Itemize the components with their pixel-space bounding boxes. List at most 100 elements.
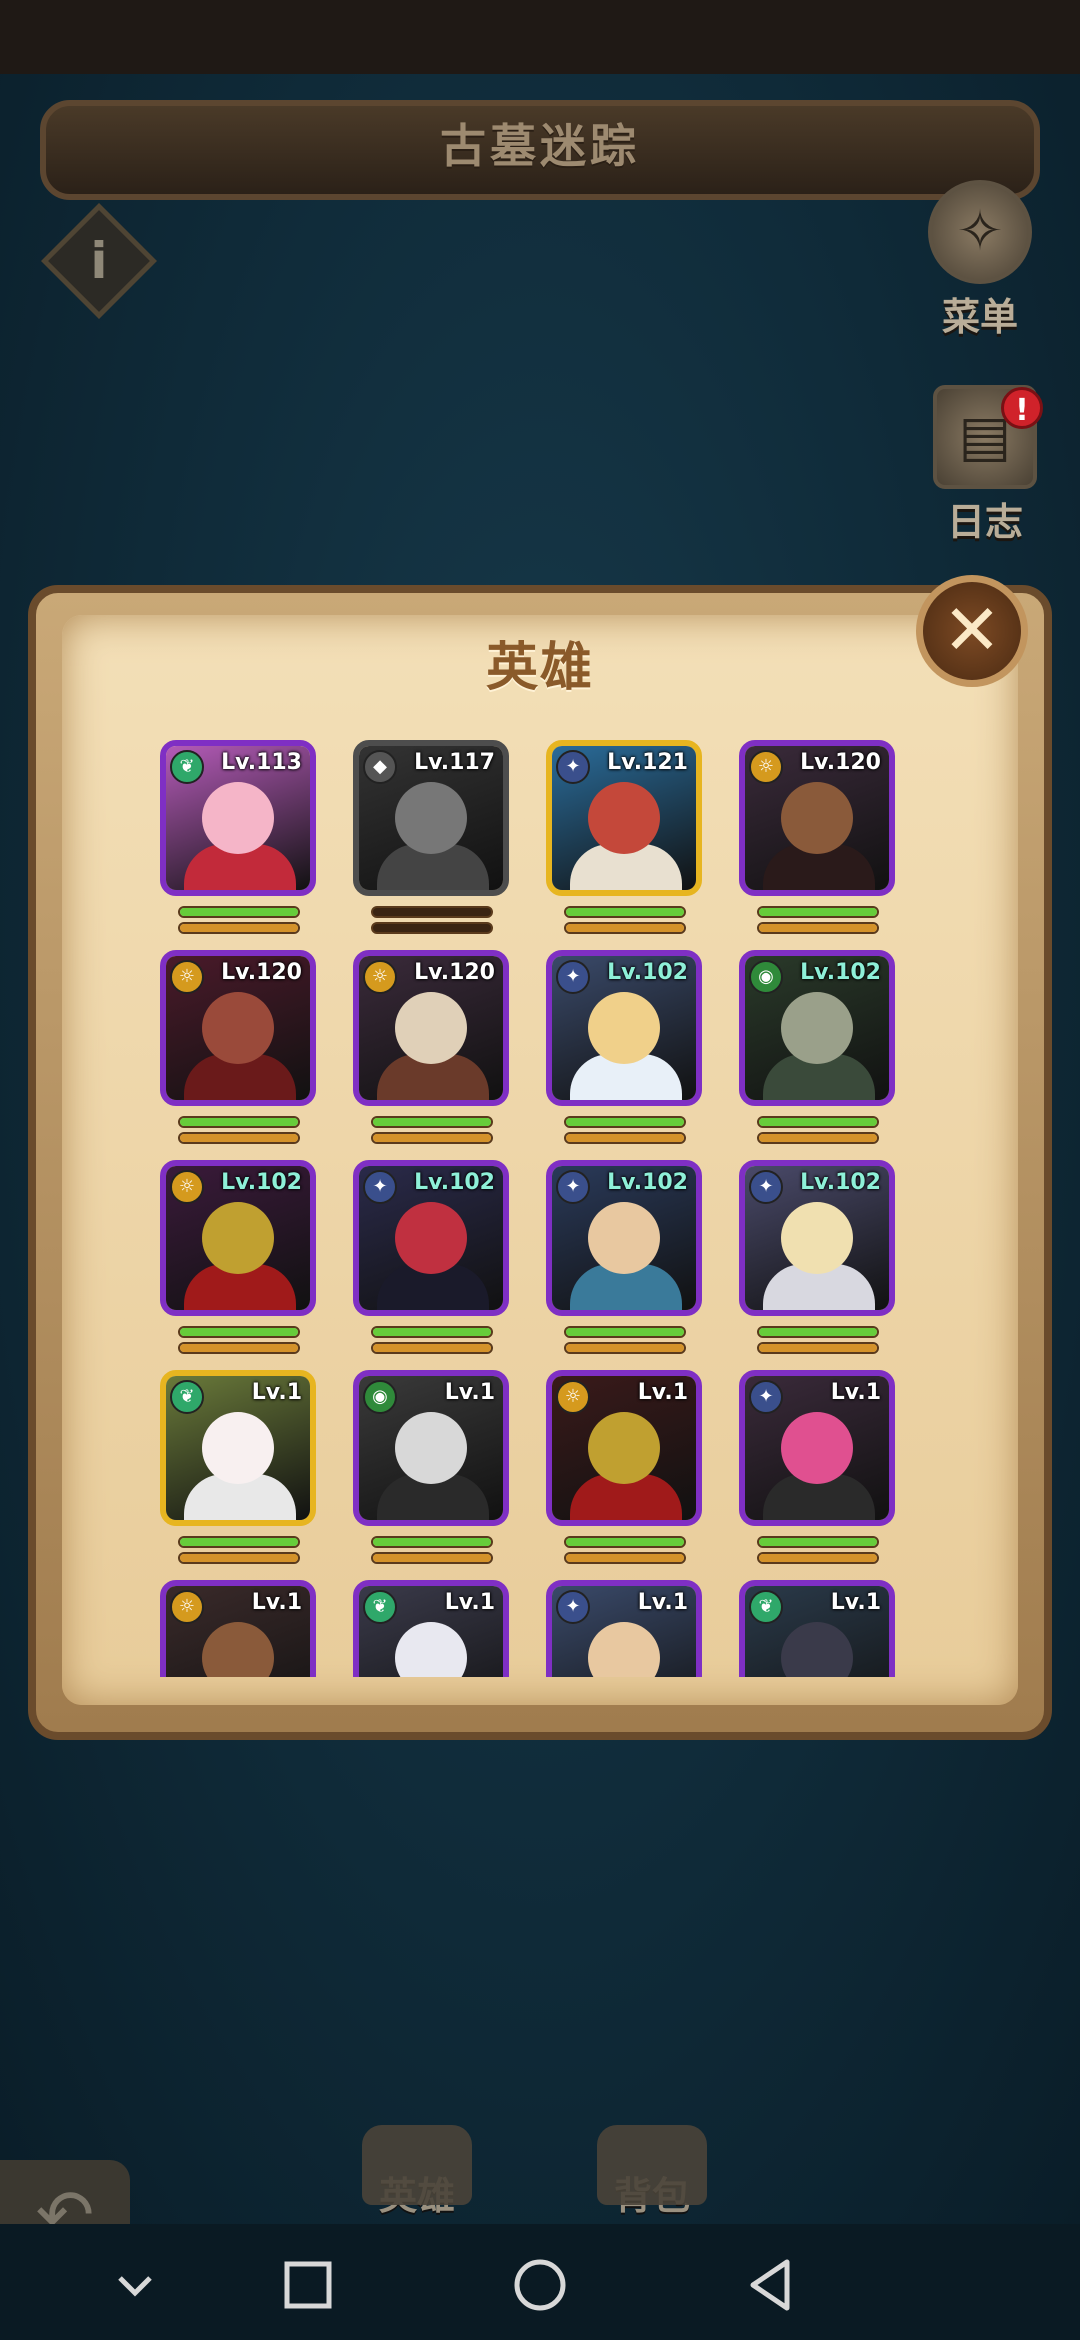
hero-face xyxy=(588,992,660,1064)
hero-card[interactable]: ❦ Lv.113 xyxy=(160,740,320,935)
hero-card[interactable]: ✦ Lv.1 xyxy=(739,1370,899,1565)
hero-portrait: ◆ Lv.117 xyxy=(353,740,509,896)
faction-sun-icon: ☼ xyxy=(749,750,783,784)
hero-card[interactable]: ◆ Lv.117 xyxy=(353,740,513,935)
home-icon[interactable] xyxy=(505,2250,575,2320)
hero-level: Lv.102 xyxy=(800,1170,881,1195)
hero-energy-bar xyxy=(178,1552,300,1564)
hero-face xyxy=(588,782,660,854)
nav-bag-button[interactable]: 背包 xyxy=(572,2125,732,2220)
recent-apps-icon[interactable] xyxy=(273,2250,343,2320)
hero-hp-bar xyxy=(564,906,686,918)
hero-hp-bar xyxy=(178,1116,300,1128)
hero-hp-bar xyxy=(371,906,493,918)
hero-energy-bar xyxy=(564,1132,686,1144)
faction-sun-icon: ☼ xyxy=(170,960,204,994)
hero-card[interactable]: ✦ Lv.102 xyxy=(353,1160,513,1355)
faction-star-icon: ✦ xyxy=(749,1170,783,1204)
hero-energy-bar xyxy=(178,1132,300,1144)
faction-star-icon: ✦ xyxy=(556,1170,590,1204)
hero-level: Lv.1 xyxy=(444,1590,495,1615)
hero-hp-bar xyxy=(178,1536,300,1548)
hero-level: Lv.120 xyxy=(800,750,881,775)
hero-hp-bar xyxy=(371,1536,493,1548)
info-icon: i xyxy=(90,232,108,290)
hero-face xyxy=(395,782,467,854)
hero-card[interactable]: ☼ Lv.102 xyxy=(160,1160,320,1355)
hero-energy-bar xyxy=(371,922,493,934)
hero-face xyxy=(202,992,274,1064)
hero-energy-bar xyxy=(371,1552,493,1564)
hero-portrait: ☼ Lv.120 xyxy=(353,950,509,1106)
faction-sun-icon: ☼ xyxy=(363,960,397,994)
hero-card[interactable]: ❦ Lv.1 xyxy=(739,1580,899,1677)
hero-hp-bar xyxy=(757,1536,879,1548)
hero-portrait: ❦ Lv.1 xyxy=(353,1580,509,1677)
faction-sun-icon: ☼ xyxy=(170,1590,204,1624)
hero-portrait: ✦ Lv.1 xyxy=(739,1370,895,1526)
hero-hp-bar xyxy=(757,906,879,918)
hero-energy-bar xyxy=(178,1342,300,1354)
hero-card[interactable]: ✦ Lv.121 xyxy=(546,740,706,935)
hero-hp-bar xyxy=(757,1326,879,1338)
log-button[interactable]: ▤ ! 日志 xyxy=(925,385,1045,546)
hero-hp-bar xyxy=(178,906,300,918)
faction-star-icon: ✦ xyxy=(556,750,590,784)
hero-hp-bar xyxy=(564,1326,686,1338)
hero-card[interactable]: ☼ Lv.1 xyxy=(546,1370,706,1565)
hero-energy-bar xyxy=(757,1342,879,1354)
menu-button[interactable]: ✧ 菜单 xyxy=(920,180,1040,341)
hero-portrait: ◉ Lv.1 xyxy=(353,1370,509,1526)
hero-card[interactable]: ❦ Lv.1 xyxy=(353,1580,513,1677)
hero-portrait: ☼ Lv.1 xyxy=(546,1370,702,1526)
close-button[interactable]: ✕ xyxy=(916,575,1028,687)
hero-portrait: ✦ Lv.1 xyxy=(546,1580,702,1677)
hero-card[interactable]: ❦ Lv.1 xyxy=(160,1370,320,1565)
hero-card[interactable]: ✦ Lv.102 xyxy=(546,950,706,1145)
hero-card[interactable]: ☼ Lv.120 xyxy=(353,950,513,1145)
compass-icon: ✧ xyxy=(928,180,1032,284)
hero-level: Lv.102 xyxy=(800,960,881,985)
hero-portrait: ◉ Lv.102 xyxy=(739,950,895,1106)
hero-card[interactable]: ✦ Lv.102 xyxy=(739,1160,899,1355)
hero-portrait: ☼ Lv.102 xyxy=(160,1160,316,1316)
hero-face xyxy=(588,1412,660,1484)
hero-portrait: ✦ Lv.102 xyxy=(546,950,702,1106)
hero-energy-bar xyxy=(371,1342,493,1354)
hero-face xyxy=(781,1412,853,1484)
log-notification-badge: ! xyxy=(1001,387,1043,429)
status-bar xyxy=(0,0,1080,74)
hero-card[interactable]: ◉ Lv.102 xyxy=(739,950,899,1145)
chevron-down-icon[interactable] xyxy=(100,2250,170,2320)
menu-label: 菜单 xyxy=(941,295,1018,339)
hero-card[interactable]: ✦ Lv.102 xyxy=(546,1160,706,1355)
faction-leaf-icon: ❦ xyxy=(363,1590,397,1624)
hero-level: Lv.121 xyxy=(607,750,688,775)
faction-star-icon: ✦ xyxy=(749,1380,783,1414)
hero-card[interactable]: ☼ Lv.120 xyxy=(160,950,320,1145)
hero-portrait: ✦ Lv.102 xyxy=(546,1160,702,1316)
scene-title: 古墓迷踪 xyxy=(440,119,640,173)
hero-level: Lv.102 xyxy=(607,960,688,985)
faction-sun-icon: ☼ xyxy=(170,1170,204,1204)
hero-level: Lv.117 xyxy=(414,750,495,775)
hero-face xyxy=(202,1412,274,1484)
faction-void-icon: ◆ xyxy=(363,750,397,784)
hero-level: Lv.1 xyxy=(251,1590,302,1615)
hero-portrait: ✦ Lv.121 xyxy=(546,740,702,896)
back-triangle-icon[interactable] xyxy=(737,2250,807,2320)
hero-card[interactable]: ☼ Lv.1 xyxy=(160,1580,320,1677)
hero-card[interactable]: ☼ Lv.120 xyxy=(739,740,899,935)
helmet-icon xyxy=(362,2125,472,2205)
faction-star-icon: ✦ xyxy=(556,1590,590,1624)
heroes-modal: 英雄 ✕ ❦ Lv.113 ◆ Lv.117 ✦ Lv.121 ☼ Lv.120 ☼ Lv.120… xyxy=(28,575,1052,1740)
hero-card[interactable]: ◉ Lv.1 xyxy=(353,1370,513,1565)
log-label: 日志 xyxy=(946,500,1023,544)
faction-star-icon: ✦ xyxy=(363,1170,397,1204)
nav-heroes-button[interactable]: 英雄 xyxy=(337,2125,497,2220)
hero-card[interactable]: ✦ Lv.1 xyxy=(546,1580,706,1677)
hero-level: Lv.120 xyxy=(221,960,302,985)
hero-face xyxy=(395,992,467,1064)
faction-star-icon: ✦ xyxy=(556,960,590,994)
hero-grid[interactable]: ❦ Lv.113 ◆ Lv.117 ✦ Lv.121 ☼ Lv.120 ☼ Lv.120 ☼ Lv.1… xyxy=(158,740,948,1677)
